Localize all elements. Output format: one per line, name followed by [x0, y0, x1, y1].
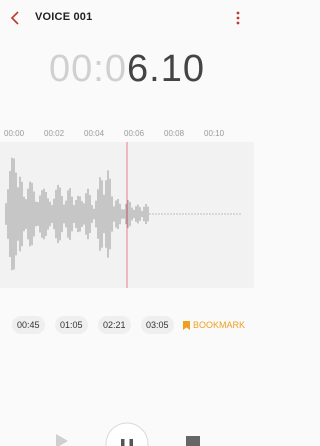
play-icon[interactable] [54, 434, 70, 446]
pause-icon[interactable] [105, 422, 149, 446]
elapsed-time: 00:06.10 [0, 48, 254, 91]
waveform[interactable] [0, 142, 254, 288]
chevron-left-icon[interactable] [8, 9, 24, 27]
ruler-label: 00:02 [44, 129, 65, 138]
bookmark-icon [183, 321, 190, 330]
bookmark-chip[interactable]: 03:05 [141, 316, 174, 334]
bookmark-chip[interactable]: 00:45 [12, 316, 45, 334]
ruler-label: 00:00 [4, 129, 25, 138]
elapsed-time-dim: 00:0 [49, 48, 127, 90]
elapsed-time-lit: 6.10 [127, 48, 205, 90]
ruler-label: 00:06 [124, 129, 145, 138]
header: VOICE 001 [0, 0, 254, 36]
recording-title: VOICE 001 [35, 11, 93, 23]
more-vertical-icon[interactable] [234, 10, 242, 26]
add-bookmark-label: BOOKMARK [193, 320, 246, 330]
ruler-label: 00:08 [164, 129, 185, 138]
bookmark-chip[interactable]: 02:21 [98, 316, 131, 334]
playback-controls [0, 420, 254, 446]
waveform-area[interactable] [0, 142, 254, 288]
ruler-label: 00:10 [204, 129, 225, 138]
bookmark-list: 00:45 01:05 02:21 03:05 BOOKMARK [0, 316, 254, 336]
ruler-label: 00:04 [84, 129, 105, 138]
bookmark-chip[interactable]: 01:05 [55, 316, 88, 334]
stop-icon[interactable] [186, 436, 200, 446]
add-bookmark-button[interactable]: BOOKMARK [183, 316, 245, 334]
